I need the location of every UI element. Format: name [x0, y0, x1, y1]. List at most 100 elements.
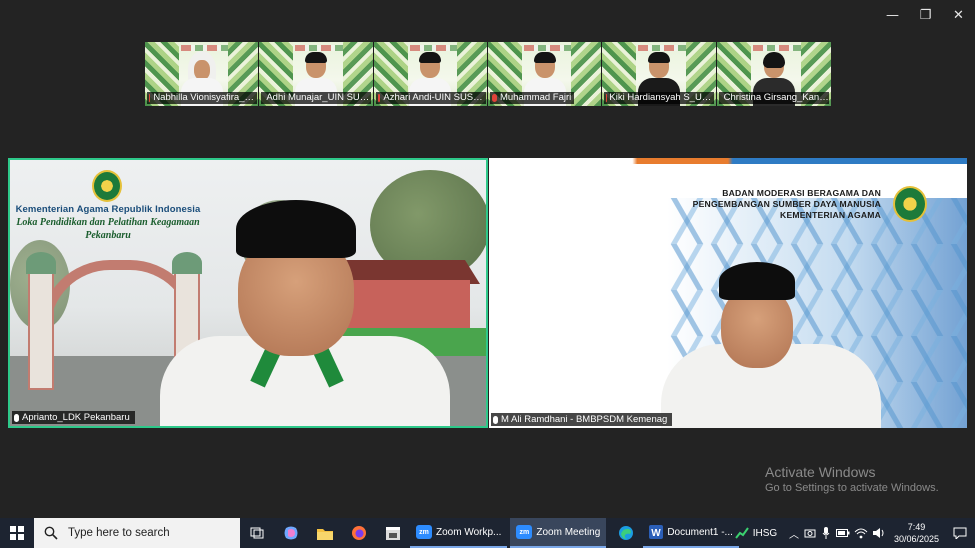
- participant-tile[interactable]: Christina Girsang_Kan…: [716, 42, 831, 106]
- mic-icon: [14, 413, 19, 422]
- participant-strip: Nabhilla Vionisyafira_… Adhi Munajar_UIN…: [145, 42, 831, 106]
- folder-icon: [317, 528, 333, 540]
- participant-name-text: Azhari Andi-UIN SUS…: [383, 92, 483, 103]
- zoom-icon: zm: [516, 525, 533, 539]
- volume-button[interactable]: [870, 518, 888, 548]
- speaker-name-label: M Ali Ramdhani - BMBPSDM Kemenag: [491, 413, 673, 426]
- bmbpsdm-line1: BADAN MODERASI BERAGAMA DAN: [722, 188, 881, 198]
- bmbpsdm-line2: PENGEMBANGAN SUMBER DAYA MANUSIA: [692, 199, 881, 209]
- taskbar-app-zoom-meeting[interactable]: zm Zoom Meeting: [510, 518, 607, 548]
- speaker-name-text: Aprianto_LDK Pekanbaru: [22, 412, 130, 423]
- institution-title: Kementerian Agama Republik Indonesia Lok…: [10, 204, 206, 241]
- file-explorer-button[interactable]: [308, 518, 342, 548]
- mic-muted-icon: [491, 94, 497, 102]
- app-label: Document1 -...: [667, 526, 733, 538]
- stock-up-icon: [734, 527, 749, 539]
- participant-tile[interactable]: Azhari Andi-UIN SUS…: [373, 42, 488, 106]
- firefox-icon: [352, 526, 366, 540]
- task-view-button[interactable]: [240, 518, 274, 548]
- zoom-icon: zm: [416, 525, 432, 539]
- background-banner: [752, 45, 801, 51]
- participant-name: Christina Girsang_Kan…: [718, 92, 829, 104]
- app-label: Zoom Meeting: [536, 526, 601, 538]
- participant-tile[interactable]: Kiki Hardiansyah S_U…: [602, 42, 717, 106]
- battery-button[interactable]: [834, 518, 852, 548]
- notification-icon: [953, 527, 967, 539]
- notifications-button[interactable]: [945, 518, 975, 548]
- participant-video[interactable]: BADAN MODERASI BERAGAMA DAN PENGEMBANGAN…: [489, 158, 967, 428]
- pillar-dome: [26, 252, 56, 274]
- pillar-dome: [172, 252, 202, 274]
- background-banner: [638, 45, 686, 51]
- clapperboard-icon: [386, 527, 400, 540]
- taskbar-app-zoom-workplace[interactable]: zm Zoom Workp...: [410, 518, 508, 548]
- taskbar-app-word-document[interactable]: W Document1 -...: [643, 518, 739, 548]
- stock-label: IHSG: [752, 527, 778, 539]
- hair: [533, 52, 556, 63]
- participant-name-text: Nabhilla Vionisyafira_…: [153, 92, 254, 103]
- activate-windows-watermark: Activate Windows Go to Settings to activ…: [765, 464, 939, 494]
- camera-tray-button[interactable]: [802, 518, 818, 548]
- participant-tile[interactable]: Adhi Munajar_UIN SU…: [259, 42, 374, 106]
- participant-name-text: Kiki Hardiansyah S_U…: [609, 92, 712, 103]
- peci-cap: [719, 262, 795, 300]
- kemenag-logo: [893, 186, 927, 222]
- participant-name-text: Adhi Munajar_UIN SU…: [266, 92, 370, 103]
- clock-date: 30/06/2025: [893, 534, 939, 544]
- mic-icon: [493, 415, 498, 424]
- search-icon: [44, 526, 58, 540]
- firefox-button[interactable]: [342, 518, 376, 548]
- clock[interactable]: 7:49 30/06/2025: [888, 521, 945, 545]
- mic-muted-icon: [149, 94, 151, 102]
- restore-button[interactable]: ❐: [909, 0, 942, 30]
- background-banner: [181, 45, 229, 51]
- building: [340, 280, 470, 328]
- stock-widget[interactable]: IHSG: [726, 518, 786, 548]
- hair: [304, 52, 327, 63]
- tray-overflow-button[interactable]: ︿: [786, 518, 802, 548]
- microphone-tray-button[interactable]: [818, 518, 834, 548]
- minimize-button[interactable]: —: [876, 0, 909, 30]
- watermark-title: Activate Windows: [765, 464, 876, 480]
- institution-line2: Loka Pendidikan dan Pelatihan Keagamaan: [16, 217, 200, 228]
- wifi-icon: [854, 528, 868, 539]
- watermark-subtitle: Go to Settings to activate Windows.: [765, 482, 939, 494]
- header-stripe: [489, 158, 967, 164]
- svg-text:W: W: [652, 528, 662, 539]
- peci-cap: [236, 200, 356, 258]
- active-speaker-video[interactable]: Kementerian Agama Republik Indonesia Lok…: [8, 158, 488, 428]
- speaker-icon: [872, 528, 884, 538]
- participant-name-text: Muhammad Fajri: [499, 92, 572, 103]
- speaker-name-label: Aprianto_LDK Pekanbaru: [12, 411, 135, 424]
- edge-button[interactable]: [609, 518, 643, 548]
- network-button[interactable]: [852, 518, 870, 548]
- battery-icon: [835, 529, 850, 537]
- close-button[interactable]: ✕: [942, 0, 975, 30]
- media-app-button[interactable]: [376, 518, 410, 548]
- taskbar-search[interactable]: Type here to search: [34, 518, 240, 548]
- participant-name: Azhari Andi-UIN SUS…: [375, 92, 486, 104]
- clock-time: 7:49: [907, 522, 926, 532]
- copilot-icon: [284, 526, 298, 540]
- institution-line3: Pekanbaru: [85, 230, 131, 241]
- participant-name: Nabhilla Vionisyafira_…: [147, 92, 257, 104]
- copilot-button[interactable]: [274, 518, 308, 548]
- kemenag-logo: [92, 170, 122, 202]
- search-placeholder: Type here to search: [68, 527, 170, 539]
- system-tray: IHSG ︿ 7:49 30/06/2025: [726, 518, 975, 548]
- start-button[interactable]: [0, 518, 34, 548]
- edge-icon: [619, 526, 634, 540]
- participant-tile[interactable]: Nabhilla Vionisyafira_…: [145, 42, 260, 106]
- participant-name: Adhi Munajar_UIN SU…: [261, 92, 372, 104]
- zoom-meeting-window: — ❐ ✕ Nabhilla Vionisyafira_… Adhi Munaj…: [0, 0, 975, 548]
- window-controls: — ❐ ✕: [876, 0, 975, 30]
- chevron-up-icon: ︿: [788, 529, 799, 541]
- windows-icon: [10, 526, 24, 540]
- participant-tile[interactable]: Muhammad Fajri: [487, 42, 603, 106]
- hair: [419, 52, 442, 63]
- institution-line1: Kementerian Agama Republik Indonesia: [15, 204, 201, 215]
- word-icon: W: [649, 525, 664, 539]
- background-banner: [523, 45, 572, 51]
- face: [193, 60, 210, 80]
- gate-pillar: [28, 270, 54, 390]
